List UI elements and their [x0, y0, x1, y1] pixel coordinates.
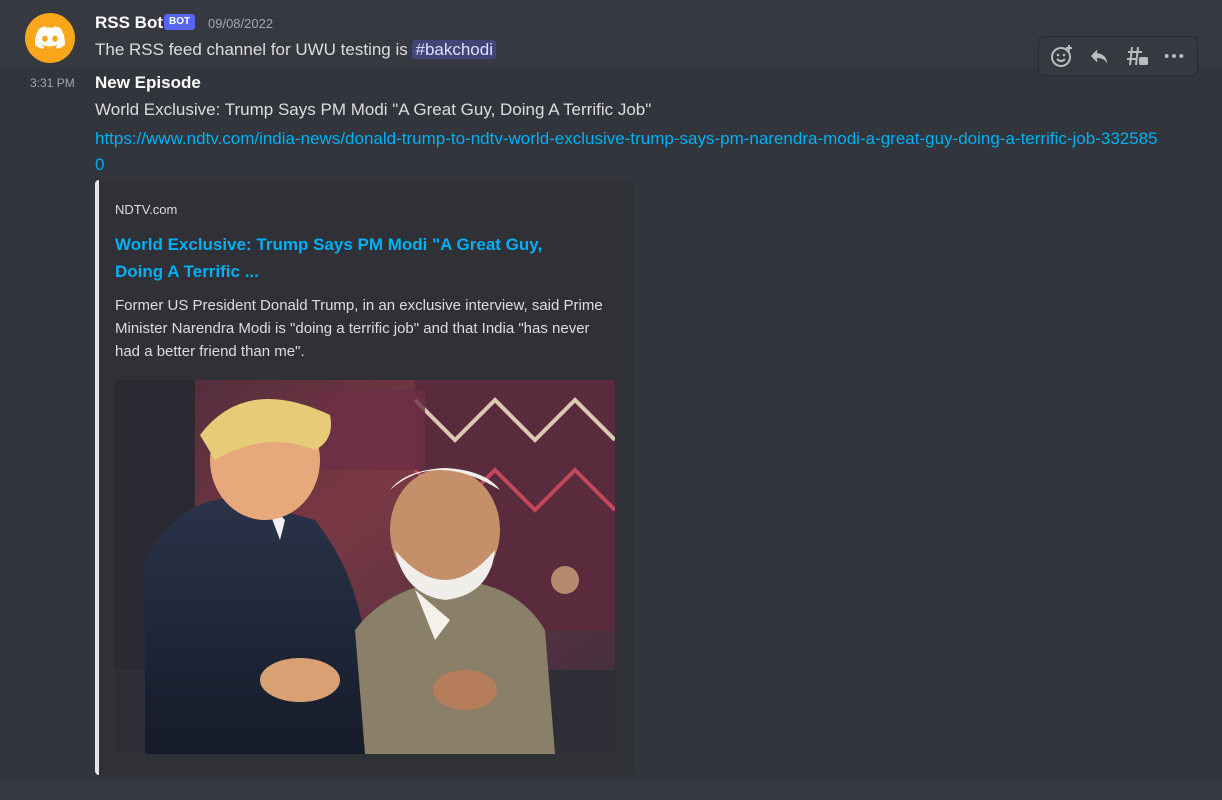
author-username[interactable]: RSS Bot	[95, 12, 163, 34]
more-button[interactable]	[1156, 38, 1192, 74]
more-icon	[1164, 53, 1184, 59]
create-thread-button[interactable]	[1119, 38, 1155, 74]
message-actions-toolbar	[1038, 36, 1198, 76]
bot-badge: BOT	[164, 14, 196, 30]
link-embed: NDTV.com World Exclusive: Trump Says PM …	[95, 180, 634, 775]
avatar[interactable]	[25, 13, 75, 63]
add-reaction-button[interactable]	[1044, 38, 1080, 74]
embed-provider[interactable]: NDTV.com	[115, 202, 177, 218]
channel-mention[interactable]: #bakchodi	[412, 40, 496, 59]
episode-title: New Episode	[95, 73, 201, 92]
embed-thumbnail-image[interactable]	[115, 380, 615, 754]
reply-button[interactable]	[1081, 38, 1117, 74]
embed-description: Former US President Donald Trump, in an …	[115, 297, 603, 360]
create-thread-icon	[1126, 46, 1148, 66]
intro-message: The RSS feed channel for UWU testing is …	[95, 39, 496, 61]
bottom-divider	[0, 782, 1222, 800]
add-reaction-icon	[1050, 45, 1072, 67]
embed-title-link[interactable]: World Exclusive: Trump Says PM Modi "A G…	[115, 231, 585, 285]
followup-timestamp: 3:31 PM	[30, 76, 75, 90]
intro-text: The RSS feed channel for UWU testing is	[95, 40, 413, 59]
news-photo	[115, 380, 615, 754]
article-link[interactable]: https://www.ndtv.com/india-news/donald-t…	[95, 126, 1165, 178]
episode-subtitle: World Exclusive: Trump Says PM Modi "A G…	[95, 100, 652, 119]
discord-logo-icon	[35, 26, 65, 49]
reply-icon	[1091, 49, 1108, 64]
message-timestamp: 09/08/2022	[208, 16, 274, 31]
